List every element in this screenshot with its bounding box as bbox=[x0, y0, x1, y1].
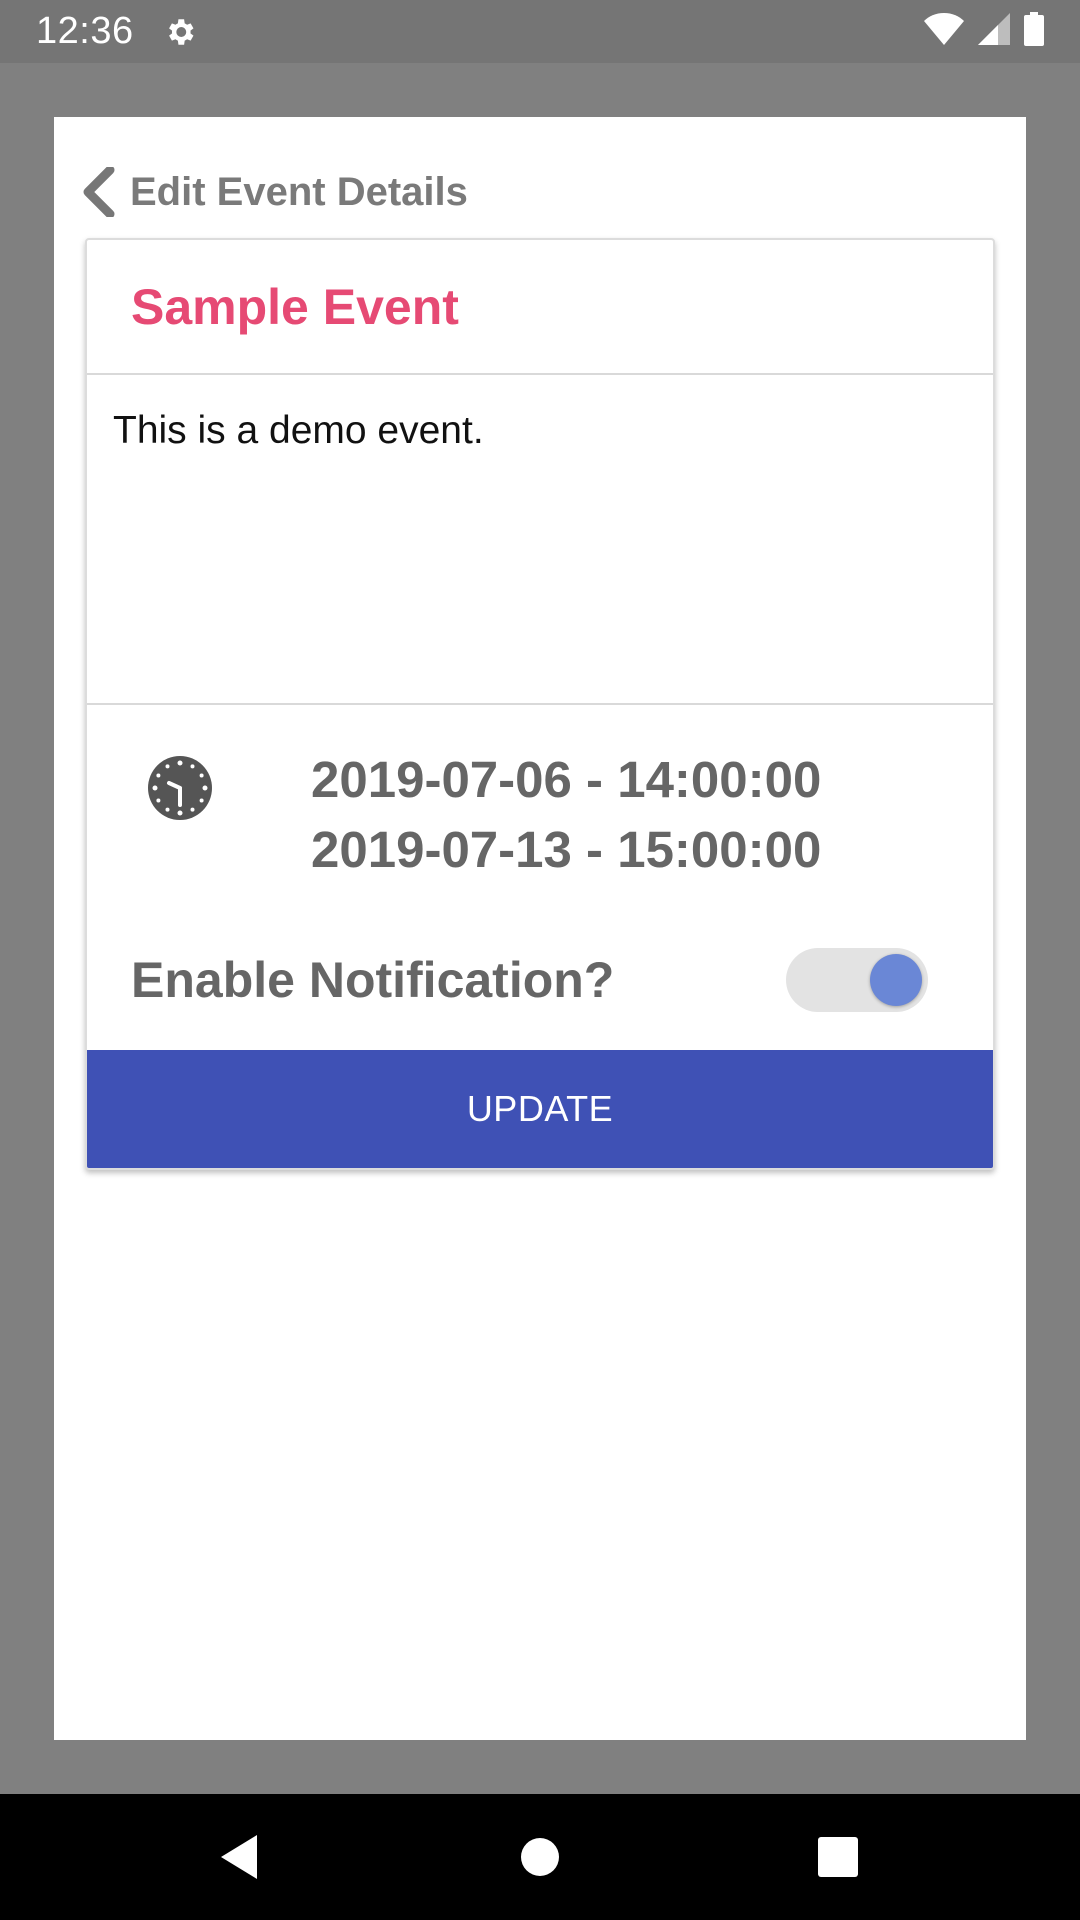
clock-icon bbox=[147, 755, 213, 821]
wifi-icon bbox=[924, 13, 964, 50]
battery-icon bbox=[1024, 12, 1044, 51]
edit-event-dialog: Edit Event Details Sample Event This is … bbox=[54, 117, 1026, 1740]
back-triangle-icon[interactable] bbox=[179, 1794, 299, 1920]
event-end-time: 2019-07-13 - 15:00:00 bbox=[311, 821, 822, 878]
notification-row: Enable Notification? bbox=[87, 910, 993, 1050]
home-circle-icon[interactable] bbox=[480, 1794, 600, 1920]
event-description: This is a demo event. bbox=[113, 409, 484, 452]
event-time-row: 2019-07-06 - 14:00:00 2019-07-13 - 15:00… bbox=[87, 705, 993, 910]
dialog-title: Edit Event Details bbox=[130, 169, 468, 214]
status-bar: 12:36 bbox=[0, 0, 1080, 63]
notification-label: Enable Notification? bbox=[131, 952, 615, 1008]
event-title: Sample Event bbox=[131, 278, 459, 335]
navigation-bar bbox=[0, 1794, 1080, 1920]
event-title-row: Sample Event bbox=[87, 240, 993, 375]
event-time-range: 2019-07-06 - 14:00:00 2019-07-13 - 15:00… bbox=[311, 745, 821, 885]
notification-toggle[interactable] bbox=[786, 948, 928, 1012]
chevron-left-icon[interactable] bbox=[80, 164, 124, 220]
toggle-knob bbox=[870, 954, 922, 1006]
recents-square-icon[interactable] bbox=[778, 1794, 898, 1920]
status-time: 12:36 bbox=[36, 10, 134, 52]
event-card: Sample Event This is a demo event. 2019-… bbox=[85, 238, 995, 1170]
update-button[interactable]: UPDATE bbox=[87, 1050, 993, 1168]
signal-icon bbox=[978, 13, 1010, 50]
dialog-header: Edit Event Details bbox=[80, 157, 468, 227]
settings-gear-icon bbox=[162, 14, 198, 50]
event-description-area: This is a demo event. bbox=[87, 375, 993, 705]
event-start-time: 2019-07-06 - 14:00:00 bbox=[311, 751, 822, 808]
